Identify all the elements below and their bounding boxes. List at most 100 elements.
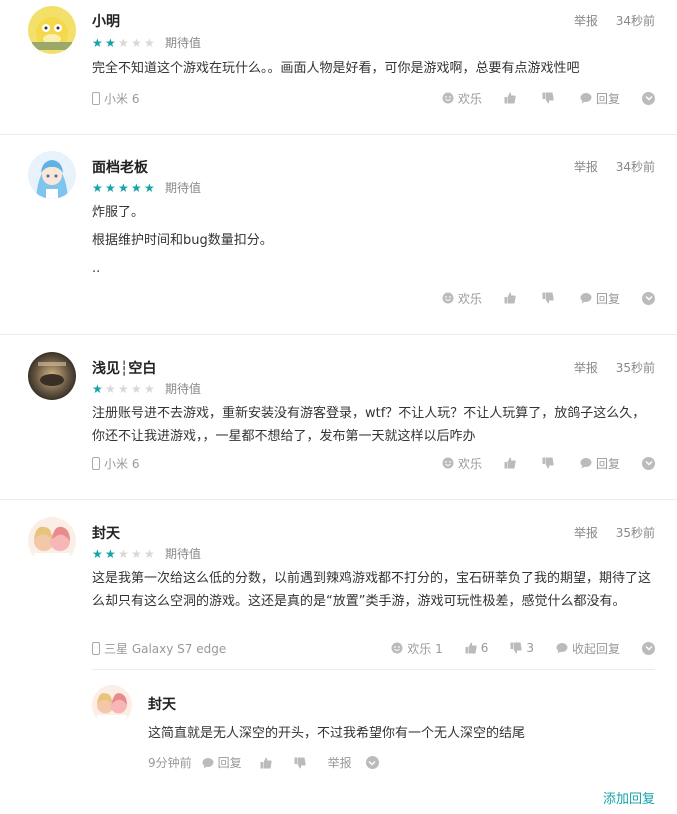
reply-label: 回复 [595,91,620,106]
chevron-down-icon [645,646,652,651]
thumbs-up-icon [504,92,516,104]
avatar[interactable] [28,6,76,54]
reply-button[interactable]: 回复 [202,754,242,771]
collapse-replies-button[interactable]: 收起回复 [556,640,620,657]
review-text: 这是我第一次给这么低的分数，以前遇到辣鸡游戏都不打分的，宝石研莘负了我的期望，期… [92,567,655,618]
chevron-down-icon [368,760,376,765]
reply-button[interactable]: 回复 [580,290,620,307]
happy-button[interactable]: 欢乐 [442,290,482,307]
reply-label: 回复 [217,756,242,770]
thumbs-up-button[interactable] [260,757,276,769]
report-button[interactable]: 举报 [574,160,598,174]
review-time: 35秒前 [615,526,655,540]
phone-icon [92,91,100,105]
reply-button[interactable]: 回复 [580,90,620,107]
device-label: 三星 Galaxy S7 edge [104,641,227,656]
thumbs-up-icon [465,642,477,654]
review-paragraph: 炸服了。 [92,205,145,220]
more-options-button[interactable] [642,91,655,105]
thumbs-up-button[interactable] [504,292,520,304]
reply-label: 回复 [595,291,620,306]
star-filled-icon: ★ [144,180,155,195]
thumbs-down-button[interactable] [542,457,558,469]
comment-icon [580,293,592,304]
reviewer-name[interactable]: 封天 [92,523,120,543]
smile-icon [442,292,454,304]
thumbs-down-button[interactable] [542,92,558,104]
thumbs-down-button[interactable] [542,292,558,304]
review-paragraph: 注册账号进不去游戏，重新安装没有游客登录，wtf？不让人玩？不让人玩算了，放鸽子… [92,406,646,444]
smile-icon [442,92,454,104]
up-count: 6 [480,641,489,655]
star-empty-icon: ★ [131,546,142,561]
report-button[interactable]: 举报 [328,754,352,771]
review-text: 完全不知道这个游戏在玩什么。。画面人物是好看，可你是游戏啊，总要有点游戏性吧 [92,57,655,85]
star-filled-icon: ★ [92,546,103,561]
star-empty-icon: ★ [144,35,155,50]
review-card: 面档老板 举报 34秒前 ★ ★ ★ ★ ★ 期待值 炸服了。 根据维护时间和bug数量扣分… [0,135,677,335]
happy-button[interactable]: 欢乐 1 [391,640,443,657]
star-empty-icon: ★ [131,381,142,396]
review-card: 小明 举报 34秒前 ★ ★ ★ ★ ★ 期待值 完全不知道这个游戏在玩什么。。画面人物是… [0,0,677,135]
star-empty-icon: ★ [118,546,129,561]
reply-actions: 9分钟前 回复 举报 [148,754,379,771]
review-paragraph: .. [92,261,101,276]
thumbs-up-button[interactable] [504,92,520,104]
happy-button[interactable]: 欢乐 [442,455,482,472]
star-filled-icon: ★ [92,180,103,195]
phone-icon [92,641,100,655]
rating-label: 期待值 [165,547,202,561]
more-options-button[interactable] [365,756,379,769]
thumbs-up-button[interactable]: 6 [465,641,489,655]
more-options-button[interactable] [642,641,655,655]
review-card: 浅见┆空白 举报 35秒前 ★ ★ ★ ★ ★ 期待值 注册账号进不去游戏，重新安装没有游… [0,335,677,500]
down-count: 3 [526,641,534,655]
report-button[interactable]: 举报 [574,14,598,28]
star-filled-icon: ★ [105,546,116,561]
add-reply-link[interactable]: 添加回复 [603,788,655,807]
device-label: 小米 6 [104,91,140,106]
review-actions: 欢乐 回复 [92,289,655,307]
thumbs-down-icon [294,757,306,768]
star-empty-icon: ★ [144,546,155,561]
more-options-button[interactable] [642,291,655,305]
review-time: 34秒前 [615,160,655,174]
avatar[interactable] [28,517,76,565]
review-text: 炸服了。 根据维护时间和bug数量扣分。.. [92,201,655,285]
star-empty-icon: ★ [105,381,116,396]
rating-label: 期待值 [165,36,202,50]
reply-avatar[interactable] [92,685,132,725]
thumbs-up-button[interactable] [504,457,520,469]
reply-author[interactable]: 封天 [148,694,176,714]
review-paragraph: 完全不知道这个游戏在玩什么。。画面人物是好看，可你是游戏啊，总要有点游戏性吧 [92,61,580,76]
thumbs-down-button[interactable] [294,757,310,769]
happy-label: 欢乐 [457,91,482,106]
rating-label: 期待值 [165,181,202,195]
happy-button[interactable]: 欢乐 [442,90,482,107]
avatar[interactable] [28,151,76,199]
reviewer-name[interactable]: 面档老板 [92,157,148,177]
device-info: 小米 6 [92,90,420,107]
reviewer-name[interactable]: 小明 [92,11,120,31]
report-button[interactable]: 举报 [574,526,598,540]
report-button[interactable]: 举报 [574,361,598,375]
review-text: 注册账号进不去游戏，重新安装没有游客登录，wtf？不让人玩？不让人玩算了，放鸽子… [92,402,655,453]
star-empty-icon: ★ [118,35,129,50]
device-label: 小米 6 [104,456,140,471]
reviewer-name[interactable]: 浅见┆空白 [92,358,156,378]
more-options-button[interactable] [642,456,655,470]
review-actions: 三星 Galaxy S7 edge 欢乐 1 6 3 收起回复 [92,639,655,657]
star-filled-icon: ★ [105,35,116,50]
chevron-down-icon [645,296,652,301]
review-actions: 小米 6 欢乐 回复 [92,89,655,107]
reply-button[interactable]: 回复 [580,455,620,472]
review-meta: 举报 35秒前 [574,524,655,541]
thumbs-up-icon [260,757,272,768]
thumbs-down-button[interactable]: 3 [510,641,534,655]
rating-stars: ★ ★ ★ ★ ★ 期待值 [92,380,201,397]
avatar[interactable] [28,352,76,400]
star-empty-icon: ★ [131,35,142,50]
reply-label: 回复 [595,456,620,471]
smile-icon [391,642,403,654]
rating-stars: ★ ★ ★ ★ ★ 期待值 [92,545,201,562]
